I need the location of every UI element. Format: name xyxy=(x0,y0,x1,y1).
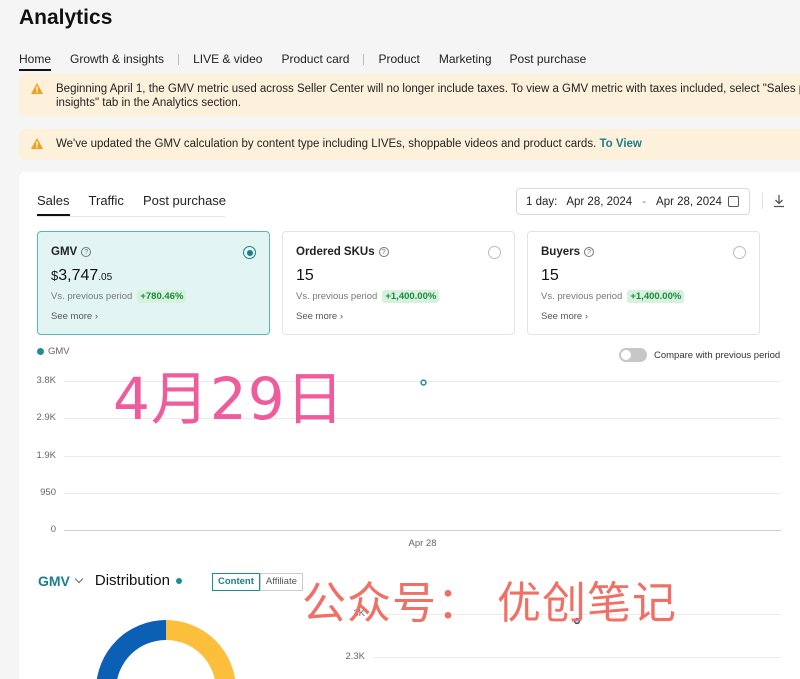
account-watermark: 公众号： 优创笔记 xyxy=(302,578,677,629)
distribution-donut xyxy=(96,620,236,679)
donut-slice-content xyxy=(96,620,166,679)
donut-slice-affiliate xyxy=(166,620,236,679)
